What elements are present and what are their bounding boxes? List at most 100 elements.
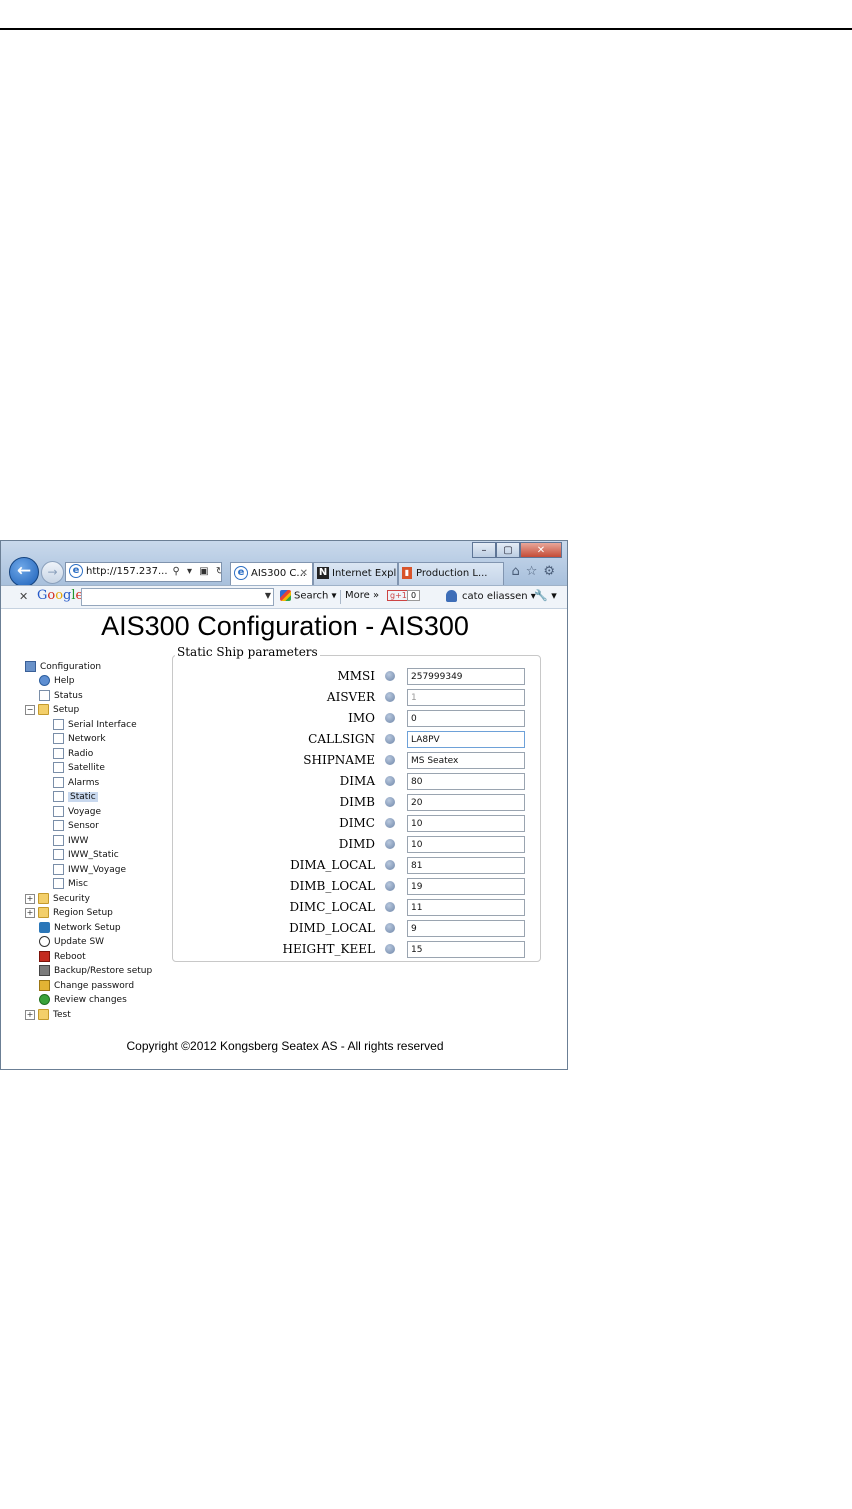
tree-item-serial-interface[interactable]: Serial Interface [53,718,137,732]
tree-item-update-sw[interactable]: Update SW [39,935,104,949]
tab-label: Production L... [416,568,488,579]
more-button[interactable]: More » [345,590,379,601]
close-window-button[interactable]: ✕ [520,542,562,558]
tree-item-setup[interactable]: − Setup [25,703,79,717]
info-icon[interactable] [385,755,395,765]
tree-item-review-changes[interactable]: Review changes [39,993,127,1007]
imo-input[interactable] [407,710,525,727]
tree-item-voyage[interactable]: Voyage [53,805,101,819]
expand-icon[interactable]: + [25,907,35,918]
field-label: DIMC_LOCAL [289,900,375,914]
dima-local-input[interactable] [407,857,525,874]
tab-label: Internet Expl... [332,568,397,579]
field-row-dimd: DIMD [172,834,541,854]
tree-item-change-password[interactable]: Change password [39,979,134,993]
tab-close-icon[interactable]: ✕ [300,563,308,585]
tree-item-test[interactable]: + Test [25,1008,71,1022]
tab-production[interactable]: ▮ Production L... [398,562,504,585]
field-label: DIMA_LOCAL [290,858,375,872]
tree-item-security[interactable]: + Security [25,892,90,906]
check-icon [39,994,50,1005]
address-controls[interactable]: ⚲ ▾ ▣ ↻ ✕ [173,566,221,577]
document-icon [53,719,64,730]
info-icon[interactable] [385,881,395,891]
info-icon[interactable] [385,818,395,828]
field-label: AISVER [326,690,375,704]
info-icon[interactable] [385,776,395,786]
collapse-icon[interactable]: − [25,704,35,715]
info-icon[interactable] [385,944,395,954]
field-row-imo: IMO [172,708,541,728]
panel-legend: Static Ship parameters [175,645,320,659]
document-icon: ▮ [402,567,412,579]
folder-open-icon [38,704,49,715]
tree-item-backup-restore[interactable]: Backup/Restore setup [39,964,152,978]
tree-item-radio[interactable]: Radio [53,747,93,761]
info-icon[interactable] [385,860,395,870]
height-keel-input[interactable] [407,941,525,958]
wrench-icon[interactable]: 🔧 ▾ [534,589,557,602]
info-icon[interactable] [385,734,395,744]
tree-item-iww[interactable]: IWW [53,834,88,848]
tree-item-reboot[interactable]: Reboot [39,950,86,964]
field-row-height-keel: HEIGHT_KEEL [172,939,541,959]
dimd-local-input[interactable] [407,920,525,937]
tree-item-configuration[interactable]: Configuration [25,660,101,674]
expand-icon[interactable]: + [25,1009,35,1020]
update-icon [39,936,50,947]
toolbar-close-icon[interactable]: ✕ [19,590,28,603]
tree-item-iww-static[interactable]: IWW_Static [53,848,119,862]
document-icon [53,864,64,875]
tree-item-iww-voyage[interactable]: IWW_Voyage [53,863,126,877]
info-icon[interactable] [385,692,395,702]
info-icon[interactable] [385,923,395,933]
shipname-input[interactable] [407,752,525,769]
configuration-icon [25,661,36,672]
ie-page-icon: e [69,564,83,578]
forward-button[interactable]: → [41,561,64,584]
dimb-local-input[interactable] [407,878,525,895]
dimc-input[interactable] [407,815,525,832]
dimd-input[interactable] [407,836,525,853]
dimc-local-input[interactable] [407,899,525,916]
info-icon[interactable] [385,797,395,807]
document-icon [53,835,64,846]
tree-item-network[interactable]: Network [53,732,106,746]
field-row-dimb: DIMB [172,792,541,812]
info-icon[interactable] [385,713,395,723]
dima-input[interactable] [407,773,525,790]
tree-item-sensor[interactable]: Sensor [53,819,99,833]
mmsi-input[interactable] [407,668,525,685]
maximize-button[interactable]: ▢ [496,542,520,558]
page-header-rule [0,28,852,30]
callsign-input[interactable] [407,731,525,748]
minimize-button[interactable]: – [472,542,496,558]
info-icon[interactable] [385,671,395,681]
google-search-input[interactable]: ▼ [81,588,274,606]
expand-icon[interactable]: + [25,893,35,904]
google-search-button[interactable]: Search ▾ [280,590,337,602]
back-button[interactable]: ← [9,557,39,587]
field-label: SHIPNAME [303,753,375,767]
tree-item-static[interactable]: Static [53,790,98,804]
tree-item-help[interactable]: Help [39,674,75,688]
ie-tab-icon: e [234,566,248,580]
tree-item-satellite[interactable]: Satellite [53,761,105,775]
user-menu[interactable]: cato eliassen ▾ [446,590,536,602]
tree-item-misc[interactable]: Misc [53,877,88,891]
dimb-input[interactable] [407,794,525,811]
tree-item-network-setup[interactable]: Network Setup [39,921,121,935]
info-icon[interactable] [385,839,395,849]
plus-one-count: 0 [407,590,421,601]
field-row-mmsi: MMSI [172,666,541,686]
tree-item-region-setup[interactable]: + Region Setup [25,906,113,920]
info-icon[interactable] [385,902,395,912]
field-row-dimd-local: DIMD_LOCAL [172,918,541,938]
tree-item-status[interactable]: Status [39,689,83,703]
tab-ais300[interactable]: e AIS300 C... ✕ [230,562,313,585]
home-favorites-tools-icons[interactable]: ⌂☆⚙ [511,564,561,579]
address-bar[interactable]: ehttp://157.237... ⚲ ▾ ▣ ↻ ✕ [65,562,222,582]
tab-internet-explorer[interactable]: NInternet Expl... [313,562,398,585]
tree-item-alarms[interactable]: Alarms [53,776,99,790]
dropdown-arrow-icon[interactable]: ▼ [265,591,271,600]
